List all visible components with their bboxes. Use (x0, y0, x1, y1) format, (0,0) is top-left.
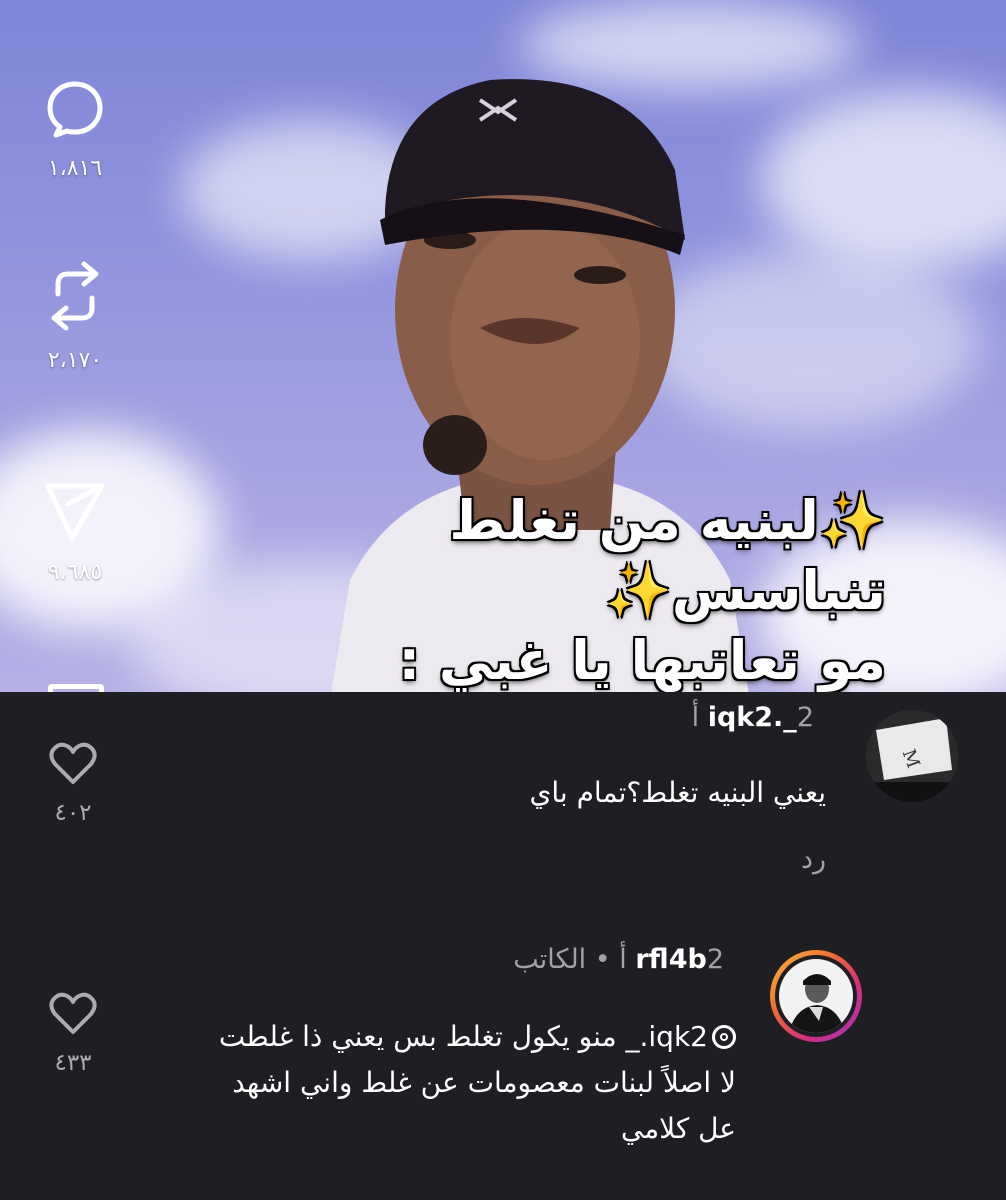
threads-mention-icon (712, 1025, 736, 1049)
bookmark-icon[interactable] (48, 684, 104, 692)
threads-post-view: ١،٨١٦ ٢،١٧٠ ٩،٦٨٥ ✨لبنيه من تغلط تنباسس✨… (0, 0, 1006, 1200)
comment-text-line-3: عل كلامي (620, 1112, 736, 1145)
comment-text-segment: منو يكول تغلط بس يعني ذا غلطت (218, 1020, 617, 1053)
repost-action[interactable]: ٢،١٧٠ (0, 260, 150, 373)
like-count: ٤٠٢ (54, 800, 92, 826)
avatar-image (779, 959, 853, 1033)
comment-header: rfl4b2 أ • الكاتب (513, 944, 736, 975)
heart-icon (49, 992, 97, 1034)
video-caption-overlay: ✨لبنيه من تغلط تنباسس✨ مو تعاتبها يا غبي… (166, 486, 886, 692)
reply-button[interactable]: رد (801, 844, 826, 875)
comment-username[interactable]: iqk2._ (708, 702, 797, 733)
comment-action[interactable]: ١،٨١٦ (0, 78, 150, 181)
avatar-image: M (866, 710, 958, 802)
share-action[interactable]: ٩،٦٨٥ (0, 478, 150, 585)
comment-item: M iqk2._2 أ يعني البنيه تغلط؟تمام باي رد… (0, 692, 1006, 922)
avatar-story-ring[interactable] (770, 950, 862, 1042)
comment-icon (47, 81, 103, 138)
caption-line-2: مو تعاتبها يا غبي : (398, 629, 886, 692)
like-button[interactable]: ٤٠٢ (38, 742, 108, 826)
repost-icon (51, 261, 99, 331)
comment-text: يعني البنيه تغلط؟تمام باي (529, 776, 826, 809)
comment-username[interactable]: rfl4b (635, 944, 706, 975)
caption-line-1: ✨لبنيه من تغلط تنباسس✨ (166, 486, 886, 626)
sparkle-emoji: ✨ (604, 559, 672, 622)
comment-count: ١،٨١٦ (47, 156, 103, 181)
like-button[interactable]: ٤٣٣ (38, 992, 108, 1076)
like-count: ٤٣٣ (54, 1050, 92, 1076)
video-player[interactable]: ١،٨١٦ ٢،١٧٠ ٩،٦٨٥ ✨لبنيه من تغلط تنباسس✨… (0, 0, 1006, 692)
avatar[interactable]: M (866, 710, 958, 802)
heart-icon (49, 742, 97, 784)
comment-header: iqk2._2 أ (692, 702, 826, 733)
sparkle-emoji: ✨ (818, 489, 886, 552)
cloud-decoration (760, 90, 1006, 270)
send-icon (45, 483, 105, 541)
mention-link[interactable]: iqk2._ (625, 1020, 736, 1053)
mention-username: iqk2._ (625, 1020, 709, 1053)
comment-text-line-2: لا اصلاً لبنات معصومات عن غلط واني اشهد (232, 1066, 736, 1099)
comments-list: M iqk2._2 أ يعني البنيه تغلط؟تمام باي رد… (0, 692, 1006, 1200)
comment-text-line-1: iqk2._ منو يكول تغلط بس يعني ذا غلطت (56, 1014, 736, 1060)
comment-text: iqk2._ منو يكول تغلط بس يعني ذا غلطت لا … (56, 1014, 736, 1152)
comment-item: rfl4b2 أ • الكاتب iqk2._ منو يكول تغلط ب… (0, 922, 1006, 1200)
share-count: ٩،٦٨٥ (47, 560, 103, 585)
repost-count: ٢،١٧٠ (47, 348, 103, 373)
